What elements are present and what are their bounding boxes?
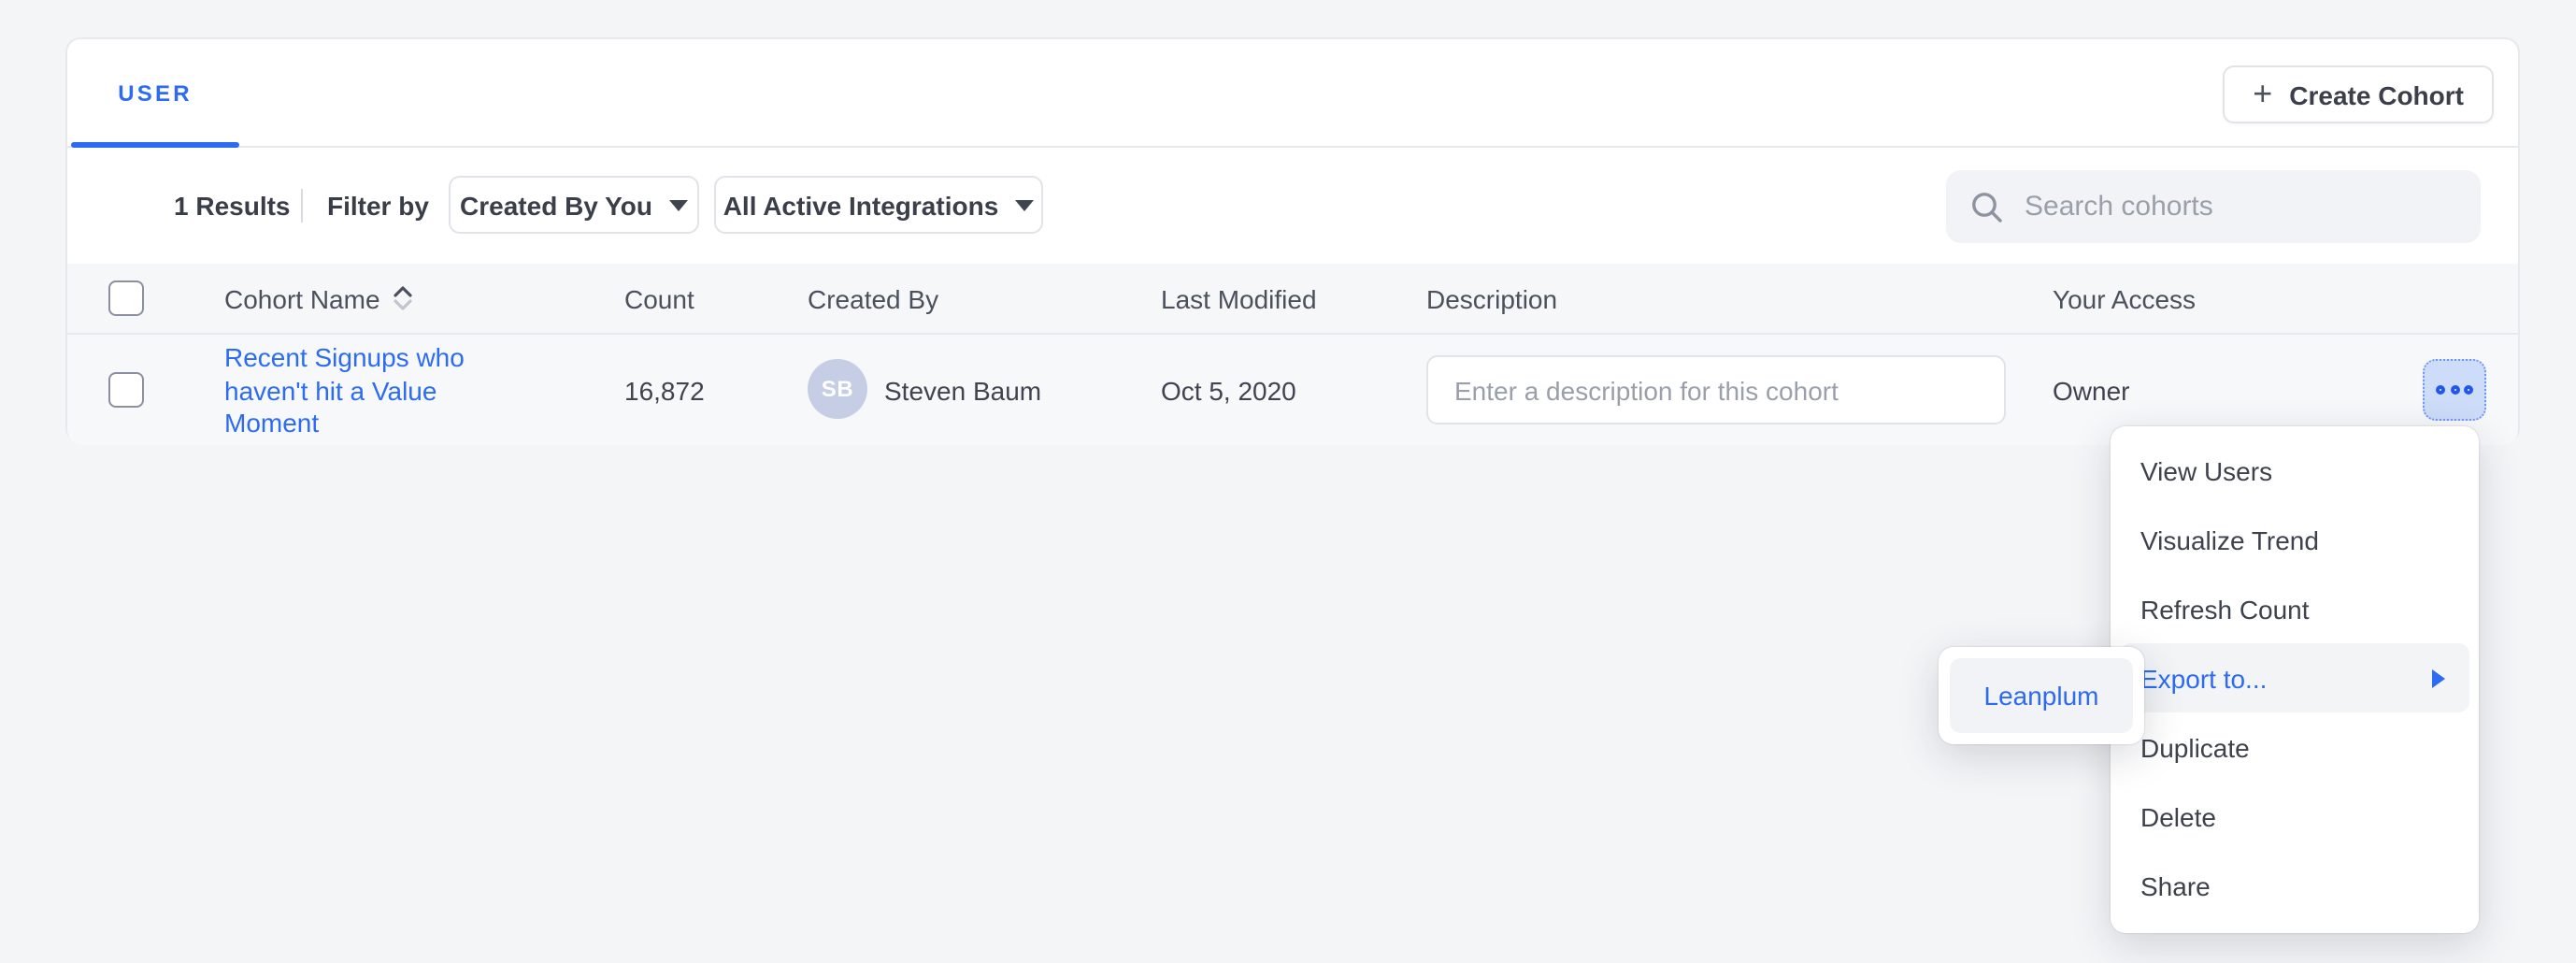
created-by-dropdown-label: Created By You [460, 190, 652, 220]
cohorts-page: USER + Create Cohort 1 Results Filter by… [0, 0, 2576, 963]
menu-item-duplicate[interactable]: Duplicate [2111, 712, 2479, 782]
created-by-dropdown[interactable]: Created By You [449, 176, 699, 234]
menu-item-visualize-trend[interactable]: Visualize Trend [2111, 505, 2479, 574]
ellipsis-dot-icon [2450, 385, 2459, 395]
tab-bar: USER + Create Cohort [67, 39, 2518, 148]
cohort-name-link[interactable]: Recent Signups who haven't hit a Value M… [224, 342, 508, 440]
filter-by-label: Filter by [327, 148, 429, 264]
sort-icon[interactable] [394, 286, 414, 310]
search-box[interactable] [1946, 170, 2481, 243]
vertical-divider [301, 189, 303, 223]
search-input[interactable] [2025, 191, 2458, 223]
row-actions-menu: View Users Visualize Trend Refresh Count… [2111, 426, 2479, 933]
results-count: 1 Results [174, 148, 291, 264]
header-created-by: Created By [808, 264, 938, 333]
cohorts-panel: USER + Create Cohort 1 Results Filter by… [65, 37, 2520, 443]
header-cohort-name[interactable]: Cohort Name [224, 264, 414, 333]
avatar: SB [808, 359, 867, 419]
chevron-down-icon [669, 199, 688, 210]
submenu-item-leanplum[interactable]: Leanplum [1950, 658, 2133, 733]
header-last-modified: Last Modified [1161, 264, 1317, 333]
filter-bar: 1 Results Filter by Created By You All A… [67, 148, 2518, 264]
chevron-down-icon [1015, 199, 1034, 210]
row-select-cell [108, 335, 144, 445]
header-your-access: Your Access [2053, 264, 2196, 333]
ellipsis-dot-icon [2464, 385, 2473, 395]
tab-user-label: USER [118, 79, 193, 106]
integrations-dropdown-label: All Active Integrations [723, 190, 999, 220]
menu-item-delete[interactable]: Delete [2111, 782, 2479, 851]
plus-icon: + [2253, 77, 2272, 110]
submenu-arrow-icon [2432, 668, 2445, 687]
select-all-checkbox[interactable] [108, 280, 144, 316]
header-count: Count [624, 264, 694, 333]
create-cohort-button[interactable]: + Create Cohort [2223, 65, 2494, 123]
row-actions-button[interactable] [2423, 359, 2486, 421]
count-cell: 16,872 [624, 335, 705, 445]
last-modified-cell: Oct 5, 2020 [1161, 335, 1296, 445]
select-all-cell [108, 264, 144, 333]
menu-item-export-to[interactable]: Export to... [2120, 643, 2469, 712]
menu-item-refresh-count[interactable]: Refresh Count [2111, 574, 2479, 643]
menu-item-view-users[interactable]: View Users [2111, 436, 2479, 505]
menu-item-share[interactable]: Share [2111, 851, 2479, 920]
export-submenu: Leanplum [1939, 647, 2144, 744]
search-icon [1968, 188, 2006, 225]
table-header: Cohort Name Count Created By Last Modifi… [67, 264, 2518, 335]
integrations-dropdown[interactable]: All Active Integrations [714, 176, 1043, 234]
ellipsis-dot-icon [2436, 385, 2445, 395]
header-description: Description [1426, 264, 1557, 333]
tab-user[interactable]: USER [71, 39, 239, 146]
creator-name-cell: Steven Baum [884, 335, 1041, 445]
description-input[interactable] [1426, 355, 2006, 424]
create-cohort-label: Create Cohort [2289, 79, 2464, 109]
row-checkbox[interactable] [108, 372, 144, 408]
